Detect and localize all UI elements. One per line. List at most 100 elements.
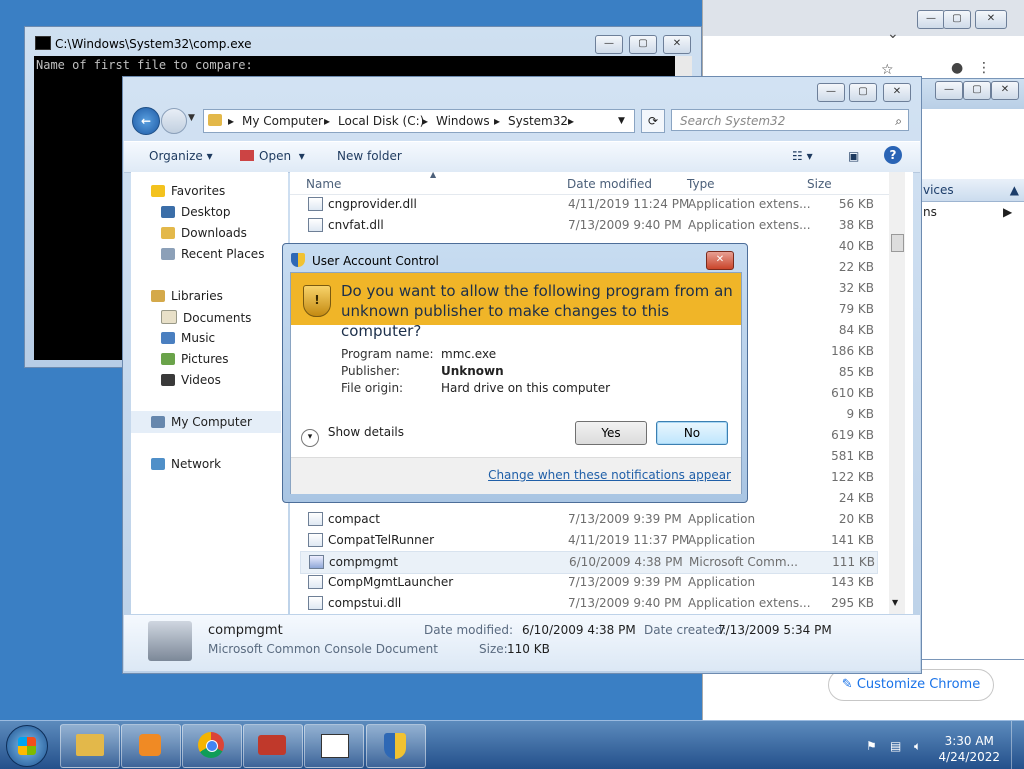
- column-type[interactable]: Type: [687, 177, 715, 191]
- chrome-maximize-button[interactable]: ▢: [943, 10, 971, 29]
- collapse-icon[interactable]: ▲: [1010, 179, 1019, 201]
- chevron-down-icon[interactable]: ⌄: [887, 26, 899, 42]
- file-size: 79 KB: [838, 302, 874, 316]
- nav-videos[interactable]: Videos: [161, 373, 221, 387]
- mmc-close-button[interactable]: ✕: [991, 81, 1019, 100]
- cmd-minimize-button[interactable]: —: [595, 35, 623, 54]
- nav-desktop[interactable]: Desktop: [161, 205, 231, 219]
- nav-libraries[interactable]: Libraries: [151, 289, 223, 303]
- yes-button[interactable]: Yes: [575, 421, 647, 445]
- explorer-close-button[interactable]: ✕: [883, 83, 911, 102]
- publisher-value: Unknown: [441, 364, 504, 378]
- menu-icon[interactable]: ⋮: [977, 60, 991, 76]
- file-date: 4/11/2019 11:37 PM: [568, 533, 690, 547]
- address-bar[interactable]: ▸ My Computer ▸ Local Disk (C:) ▸ Window…: [203, 109, 635, 133]
- volume-icon[interactable]: 🔈︎: [914, 739, 921, 754]
- taskbar-toolbox[interactable]: [243, 724, 303, 768]
- breadcrumb-separator[interactable]: ▸: [494, 110, 500, 132]
- file-row[interactable]: cnvfat.dll 7/13/2009 9:40 PM Application e…: [300, 215, 876, 236]
- preview-pane-icon[interactable]: ▣: [848, 149, 859, 163]
- view-options-icon[interactable]: ☷ ▾: [792, 149, 813, 163]
- search-input[interactable]: Search System32 ⌕: [671, 109, 909, 131]
- app-icon: [308, 512, 323, 526]
- breadcrumb-local-disk[interactable]: Local Disk (C:): [338, 110, 424, 132]
- file-row[interactable]: compstui.dll 7/13/2009 9:40 PM Application…: [300, 593, 876, 614]
- file-row[interactable]: CompMgmtLauncher 7/13/2009 9:39 PM Applica…: [300, 572, 876, 593]
- breadcrumb-separator[interactable]: ▸: [228, 110, 234, 132]
- show-desktop-button[interactable]: [1011, 721, 1024, 769]
- action-center-icon[interactable]: ⚑: [866, 739, 877, 753]
- open-button[interactable]: Open ▾: [240, 149, 305, 163]
- nav-my-computer[interactable]: My Computer: [131, 411, 281, 433]
- file-row[interactable]: CompatTelRunner 4/11/2019 11:37 PM Applica…: [300, 530, 876, 551]
- new-folder-button[interactable]: New folder: [337, 149, 402, 163]
- breadcrumb-separator[interactable]: ▸: [324, 110, 330, 132]
- customize-chrome-label: Customize Chrome: [856, 677, 981, 692]
- search-icon[interactable]: ⌕: [895, 110, 902, 132]
- breadcrumb-separator[interactable]: ▸: [568, 110, 574, 132]
- column-date[interactable]: Date modified: [567, 177, 652, 191]
- explorer-minimize-button[interactable]: —: [817, 83, 845, 102]
- breadcrumb-windows[interactable]: Windows: [436, 110, 490, 132]
- mmc-maximize-button[interactable]: ▢: [963, 81, 991, 100]
- explorer-maximize-button[interactable]: ▢: [849, 83, 877, 102]
- taskbar-media-player[interactable]: [121, 724, 181, 768]
- column-name[interactable]: Name: [306, 177, 341, 191]
- address-dropdown-icon[interactable]: ▼: [618, 110, 625, 132]
- open-label: Open: [259, 149, 292, 163]
- uac-dialog: User Account Control ✕ ! Do you want to …: [282, 243, 748, 503]
- help-icon[interactable]: ?: [884, 146, 902, 164]
- network-status-icon[interactable]: ▤: [890, 739, 901, 753]
- taskbar-uac[interactable]: [366, 724, 426, 768]
- file-row[interactable]: compact 7/13/2009 9:39 PM Application 20 KB: [300, 509, 876, 530]
- file-size: 619 KB: [831, 428, 874, 442]
- uac-close-button[interactable]: ✕: [706, 251, 734, 270]
- file-row-selected[interactable]: compmgmt 6/10/2009 4:38 PM Microsoft Comm.…: [300, 551, 878, 574]
- cmd-close-button[interactable]: ✕: [663, 35, 691, 54]
- mmc-actions-header[interactable]: vices ▲: [921, 179, 1024, 202]
- nav-network[interactable]: Network: [151, 457, 221, 471]
- breadcrumb-my-computer[interactable]: My Computer: [242, 110, 323, 132]
- file-size: 84 KB: [838, 323, 874, 337]
- scrollbar-thumb[interactable]: [891, 234, 904, 252]
- nav-documents[interactable]: Documents: [161, 310, 251, 325]
- profile-icon[interactable]: ●: [951, 60, 963, 76]
- file-list-scrollbar[interactable]: ▼: [889, 172, 905, 614]
- nav-pictures[interactable]: Pictures: [161, 352, 229, 366]
- file-row[interactable]: cngprovider.dll 4/11/2019 11:24 PM Applica…: [300, 194, 876, 215]
- mmc-minimize-button[interactable]: —: [935, 81, 963, 100]
- app-icon: [308, 533, 323, 547]
- forward-button[interactable]: [161, 108, 187, 134]
- cmd-maximize-button[interactable]: ▢: [629, 35, 657, 54]
- change-notifications-link[interactable]: Change when these notifications appear: [488, 468, 731, 482]
- nav-favorites[interactable]: Favorites: [151, 184, 225, 198]
- chrome-close-button[interactable]: ✕: [975, 10, 1007, 29]
- start-button[interactable]: [6, 725, 48, 767]
- uac-content: ! Do you want to allow the following pro…: [290, 272, 742, 494]
- back-button[interactable]: ←: [132, 107, 160, 135]
- recent-pages-icon[interactable]: ▼: [188, 113, 195, 123]
- breadcrumb-separator[interactable]: ▸: [422, 110, 428, 132]
- nav-music[interactable]: Music: [161, 331, 215, 345]
- breadcrumb-system32[interactable]: System32: [508, 110, 568, 132]
- taskbar-cmd[interactable]: [304, 724, 364, 768]
- system-clock[interactable]: 3:30 AM 4/24/2022: [938, 733, 1000, 765]
- uac-question: Do you want to allow the following progr…: [341, 281, 741, 341]
- nav-downloads[interactable]: Downloads: [161, 226, 247, 240]
- nav-computer-label: My Computer: [171, 415, 252, 429]
- mmc-action-item[interactable]: ns ▶: [923, 205, 1012, 219]
- taskbar-explorer[interactable]: [60, 724, 120, 768]
- no-button[interactable]: No: [656, 421, 728, 445]
- chrome-minimize-button[interactable]: —: [917, 10, 945, 29]
- nav-recent-places[interactable]: Recent Places: [161, 247, 264, 261]
- documents-icon: [161, 310, 177, 324]
- music-icon: [161, 332, 175, 344]
- taskbar-chrome[interactable]: [182, 724, 242, 768]
- nav-downloads-label: Downloads: [181, 226, 247, 240]
- scroll-down-icon[interactable]: ▼: [892, 598, 898, 607]
- file-date: 7/13/2009 9:39 PM: [568, 575, 682, 589]
- column-size[interactable]: Size: [807, 177, 832, 191]
- show-details-toggle[interactable]: ▾ Show details: [301, 425, 404, 447]
- organize-button[interactable]: Organize ▾: [149, 149, 213, 163]
- refresh-icon[interactable]: ⟳: [641, 109, 665, 133]
